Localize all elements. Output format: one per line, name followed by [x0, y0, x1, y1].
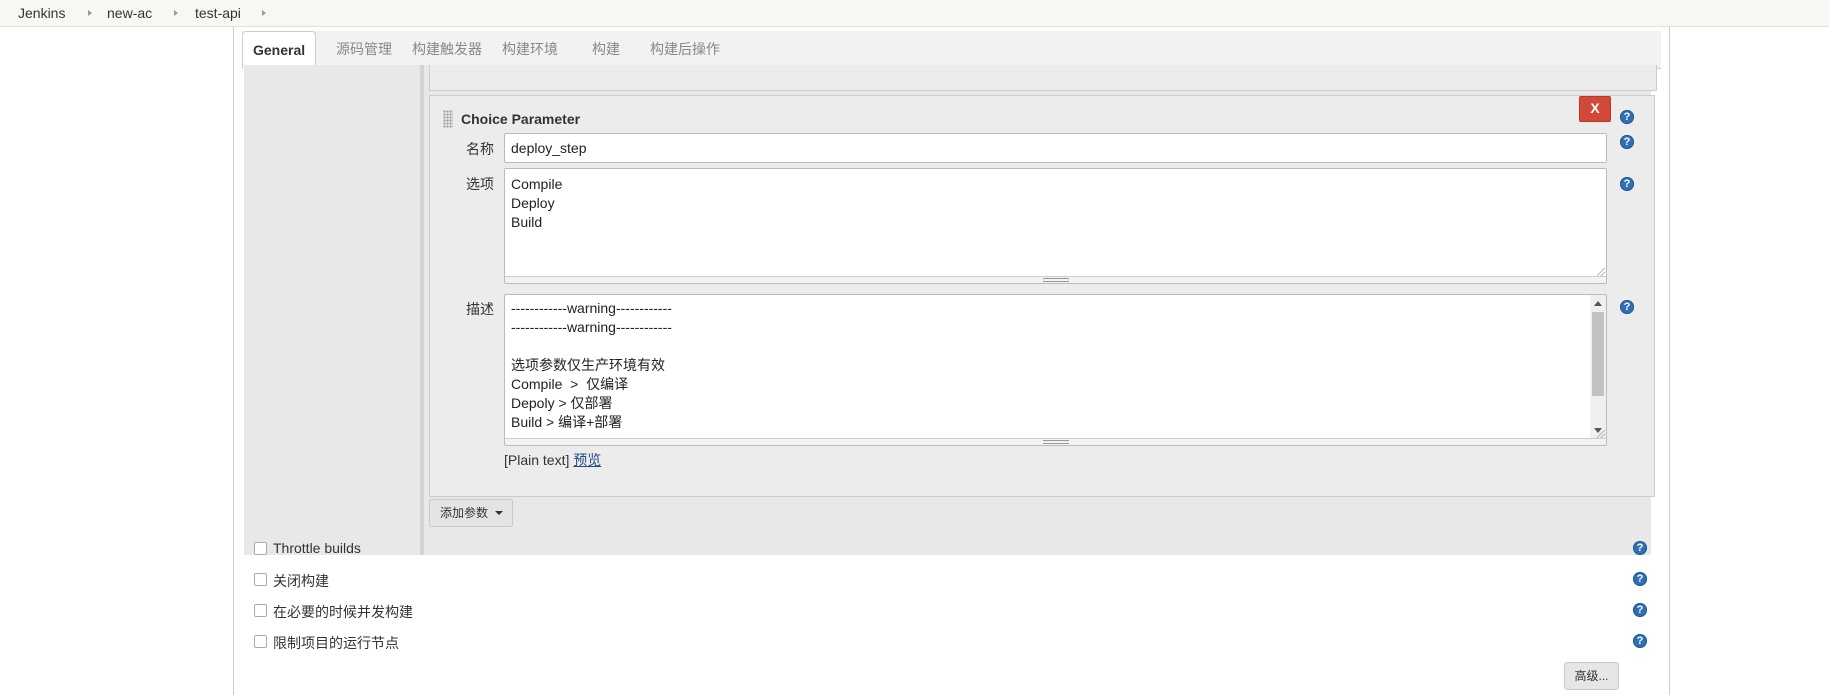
tab-bar: General 源码管理 构建触发器 构建环境 构建 构建后操作	[242, 31, 1661, 69]
description-scrollbar[interactable]	[1590, 295, 1606, 439]
section-gutter	[244, 65, 420, 555]
add-parameter-button[interactable]: 添加参数	[429, 499, 513, 527]
description-line: Depoly > 仅部署	[511, 395, 613, 411]
config-panel: General 源码管理 构建触发器 构建环境 构建 构建后操作 Choice …	[233, 27, 1670, 695]
description-line: 选项参数仅生产环境有效	[511, 357, 665, 373]
preview-link[interactable]: 预览	[573, 452, 601, 468]
chevron-right-icon[interactable]	[174, 10, 178, 16]
option-label: 关闭构建	[273, 573, 329, 589]
breadcrumb-jenkins[interactable]: Jenkins	[18, 5, 65, 21]
parameter-title: Choice Parameter	[461, 111, 581, 127]
description-line: Compile > 仅编译	[511, 376, 629, 392]
advanced-button[interactable]: 高级...	[1564, 662, 1619, 690]
textarea-resize-handle[interactable]	[505, 276, 1606, 283]
plain-text-label: [Plain text]	[504, 452, 570, 468]
drag-handle-icon[interactable]	[443, 110, 453, 128]
help-icon[interactable]: ?	[1620, 300, 1634, 314]
chevron-right-icon[interactable]	[262, 10, 266, 16]
help-icon[interactable]: ?	[1620, 135, 1634, 149]
help-icon[interactable]: ?	[1633, 572, 1647, 586]
format-hint: [Plain text] 预览	[504, 450, 601, 470]
choices-textarea[interactable]: Compile Deploy Build	[504, 168, 1607, 284]
scroll-thumb[interactable]	[1592, 312, 1604, 396]
help-icon[interactable]: ?	[1620, 177, 1634, 191]
breadcrumb: Jenkins new-ac test-api	[0, 0, 1829, 27]
name-input[interactable]	[504, 133, 1607, 163]
checkbox[interactable]	[254, 604, 267, 617]
caret-down-icon	[495, 511, 503, 515]
help-icon[interactable]: ?	[1620, 110, 1634, 124]
choice-parameter-block: Choice Parameter X ? 名称 ? 选项 Compile Dep…	[429, 95, 1655, 497]
description-line: ------------warning------------	[511, 300, 672, 316]
description-line	[511, 337, 1600, 356]
option-label: 限制项目的运行节点	[273, 635, 399, 651]
resize-corner-icon[interactable]	[1597, 430, 1605, 438]
help-icon[interactable]: ?	[1633, 634, 1647, 648]
textarea-resize-handle[interactable]	[505, 438, 1606, 445]
tab-build-triggers[interactable]: 构建触发器	[402, 31, 492, 68]
previous-parameter-block	[429, 65, 1657, 91]
checkbox[interactable]	[254, 635, 267, 648]
choices-label: 选项	[466, 176, 494, 192]
breadcrumb-new-ac[interactable]: new-ac	[107, 5, 152, 21]
chevron-right-icon[interactable]	[88, 10, 92, 16]
choice-option: Deploy	[511, 195, 555, 211]
scroll-up-icon[interactable]	[1594, 301, 1602, 306]
help-icon[interactable]: ?	[1633, 603, 1647, 617]
tab-general[interactable]: General	[242, 31, 317, 69]
breadcrumb-test-api[interactable]: test-api	[195, 5, 241, 21]
description-label: 描述	[466, 301, 494, 317]
description-line: ------------warning------------	[511, 319, 672, 335]
tab-post-build[interactable]: 构建后操作	[640, 31, 730, 68]
name-label: 名称	[466, 141, 494, 157]
tab-build-environment[interactable]: 构建环境	[492, 31, 568, 68]
delete-parameter-button[interactable]: X	[1579, 96, 1611, 122]
description-textarea[interactable]: ------------warning------------ --------…	[504, 294, 1607, 446]
description-line: Build > 编译+部署	[511, 414, 623, 430]
checkbox[interactable]	[254, 573, 267, 586]
section-divider	[420, 65, 424, 555]
option-label: Throttle builds	[273, 540, 361, 556]
general-section: Choice Parameter X ? 名称 ? 选项 Compile Dep…	[244, 65, 1657, 555]
tab-source-control[interactable]: 源码管理	[326, 31, 402, 68]
resize-corner-icon[interactable]	[1597, 268, 1605, 276]
help-icon[interactable]: ?	[1633, 541, 1647, 555]
choice-option: Compile	[511, 176, 563, 192]
add-parameter-label: 添加参数	[440, 506, 489, 520]
choice-option: Build	[511, 214, 543, 230]
checkbox[interactable]	[254, 542, 267, 555]
option-label: 在必要的时候并发构建	[273, 604, 413, 620]
tab-build[interactable]: 构建	[582, 31, 630, 68]
